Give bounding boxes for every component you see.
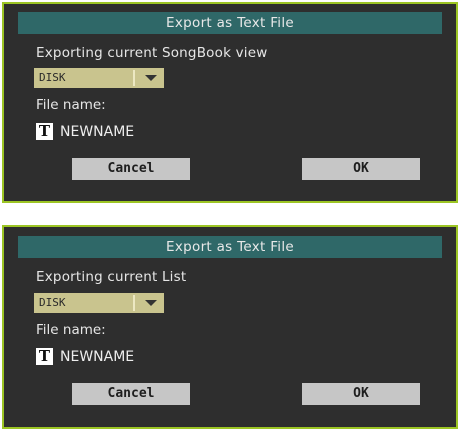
- file-name-label: File name:: [36, 322, 106, 338]
- dialog-title: Export as Text File: [18, 236, 442, 258]
- device-dropdown-value: DISK: [39, 71, 66, 84]
- dialog-title: Export as Text File: [18, 12, 442, 34]
- device-dropdown[interactable]: DISK: [34, 293, 164, 313]
- ok-button[interactable]: OK: [302, 383, 420, 405]
- ok-button[interactable]: OK: [302, 158, 420, 180]
- chevron-down-icon[interactable]: [145, 300, 157, 306]
- export-message: Exporting current SongBook view: [36, 45, 268, 61]
- text-edit-icon[interactable]: T: [36, 348, 53, 365]
- export-dialog-list: Export as Text File Exporting current Li…: [2, 225, 458, 429]
- chevron-down-icon[interactable]: [145, 75, 157, 81]
- export-message: Exporting current List: [36, 269, 187, 285]
- device-dropdown[interactable]: DISK: [34, 68, 164, 88]
- file-name-label: File name:: [36, 97, 106, 113]
- dropdown-divider: [133, 70, 135, 86]
- device-dropdown-value: DISK: [39, 296, 66, 309]
- cancel-button[interactable]: Cancel: [72, 383, 190, 405]
- export-dialog-songbook: Export as Text File Exporting current So…: [2, 2, 458, 203]
- file-name-field[interactable]: NEWNAME: [60, 348, 134, 366]
- cancel-button[interactable]: Cancel: [72, 158, 190, 180]
- file-name-field[interactable]: NEWNAME: [60, 123, 134, 141]
- dropdown-divider: [133, 295, 135, 311]
- text-edit-icon[interactable]: T: [36, 123, 53, 140]
